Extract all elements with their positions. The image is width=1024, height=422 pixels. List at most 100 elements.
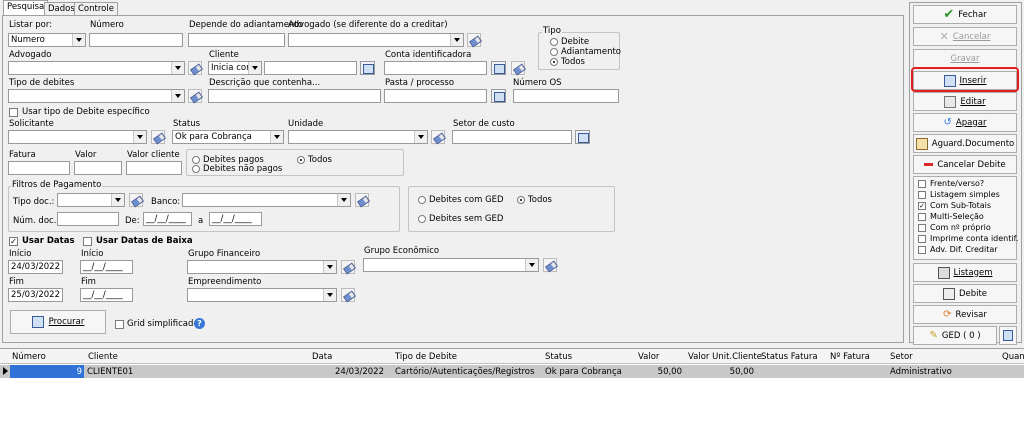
debites-sem-ged-radio[interactable] (418, 215, 426, 223)
usar-datas-baixa-checkbox[interactable] (83, 237, 92, 246)
tipo-debites-select[interactable] (8, 89, 185, 103)
numero-os-input[interactable] (513, 89, 619, 103)
usar-tipo-label: Usar tipo de Debite específico (22, 107, 150, 117)
empreendimento-select[interactable] (187, 288, 337, 302)
chevron-down-icon (72, 34, 85, 46)
setor-input[interactable] (452, 130, 572, 144)
eraser-icon[interactable] (431, 130, 445, 144)
eraser-icon[interactable] (188, 61, 202, 75)
setor-picker-icon[interactable] (575, 130, 590, 144)
editar-button[interactable]: Editar (913, 92, 1017, 111)
conta-input[interactable] (384, 61, 487, 75)
pasta-picker-icon[interactable] (491, 89, 506, 103)
ged-window-button[interactable] (999, 326, 1017, 345)
ate-date-input[interactable]: __/__/____ (209, 212, 262, 226)
eraser-icon[interactable] (151, 130, 165, 144)
conta-picker-icon[interactable] (491, 61, 506, 75)
ged-todos-radio[interactable] (517, 196, 525, 204)
eraser-icon[interactable] (355, 193, 369, 207)
option-checkbox[interactable] (918, 180, 926, 188)
unidade-select[interactable] (288, 130, 428, 144)
listar-por-select[interactable]: Numero (8, 33, 86, 47)
col-n-fatura[interactable]: Nº Fatura (830, 352, 870, 362)
eraser-icon[interactable] (341, 260, 355, 274)
tab-pesquisa[interactable]: Pesquisa (3, 0, 49, 15)
ged-label: GED ( 0 ) (941, 330, 981, 341)
de-date-input[interactable]: __/__/____ (143, 212, 192, 226)
cancelar-button[interactable]: ✕ Cancelar (913, 27, 1017, 46)
debites-nao-pagos-radio[interactable] (192, 165, 200, 173)
gravar-button[interactable]: Gravar (913, 49, 1017, 68)
solicitante-select[interactable] (8, 130, 147, 144)
col-valor-unit[interactable]: Valor Unit.Cliente (688, 352, 762, 362)
col-valor[interactable]: Valor (638, 352, 659, 362)
eraser-icon[interactable] (129, 193, 143, 207)
tipo-doc-select[interactable] (57, 193, 125, 207)
numero-input[interactable] (89, 33, 183, 47)
col-status-fatura[interactable]: Status Fatura (761, 352, 818, 362)
option-checkbox[interactable] (918, 213, 926, 221)
valor-input[interactable] (74, 161, 122, 175)
depende-input[interactable] (188, 33, 285, 47)
option-checkbox[interactable] (918, 191, 926, 199)
eraser-icon[interactable] (341, 288, 355, 302)
option-checkbox[interactable] (918, 224, 926, 232)
col-status[interactable]: Status (545, 352, 572, 362)
descricao-input[interactable] (208, 89, 381, 103)
inicio2-date-input[interactable]: __/__/____ (80, 260, 133, 274)
grupo-eco-select[interactable] (363, 258, 539, 272)
inicio-date-input[interactable]: 24/03/2022 (8, 260, 63, 274)
num-doc-input[interactable] (57, 212, 119, 226)
pasta-input[interactable] (384, 89, 487, 103)
status-select[interactable]: Ok para Cobrança (172, 130, 284, 144)
debites-pagos-radio[interactable] (192, 156, 200, 164)
help-icon[interactable]: ? (194, 318, 205, 329)
option-checkbox[interactable] (918, 235, 926, 243)
debite-button[interactable]: Debite (913, 284, 1017, 303)
col-numero[interactable]: Número (12, 352, 46, 362)
listagem-button[interactable]: Listagem (913, 263, 1017, 282)
col-tipo[interactable]: Tipo de Debite (395, 352, 457, 362)
usar-tipo-checkbox[interactable] (9, 108, 18, 117)
usar-datas-checkbox[interactable]: ✓ (9, 237, 18, 246)
debites-com-ged-radio[interactable] (418, 196, 426, 204)
tipo-todos-radio[interactable] (550, 58, 558, 66)
apagar-button[interactable]: ↺ Apagar (913, 113, 1017, 132)
col-setor[interactable]: Setor (890, 352, 913, 362)
pagos-todos-radio[interactable] (297, 156, 305, 164)
col-data[interactable]: Data (312, 352, 332, 362)
eraser-icon[interactable] (467, 33, 481, 47)
cliente-mode-select[interactable]: Inicia com (208, 61, 262, 75)
advogado-creditar-select[interactable] (288, 33, 464, 47)
cliente-input[interactable] (264, 61, 357, 75)
tab-controle[interactable]: Controle (74, 2, 118, 15)
client-picker-icon[interactable] (360, 61, 375, 75)
revisar-button[interactable]: ⟳ Revisar (913, 305, 1017, 324)
eraser-icon[interactable] (188, 89, 202, 103)
aguard-documento-button[interactable]: Aguard.Documento (913, 134, 1017, 153)
option-checkbox[interactable]: ✓ (918, 202, 926, 210)
chevron-down-icon (323, 261, 336, 273)
col-cliente[interactable]: Cliente (88, 352, 118, 362)
eraser-icon[interactable] (543, 258, 557, 272)
fim2-date-input[interactable]: __/__/____ (80, 288, 133, 302)
valor-cliente-input[interactable] (126, 161, 182, 175)
tipo-debite-radio[interactable] (550, 38, 558, 46)
ged-button[interactable]: ✎ GED ( 0 ) (913, 326, 997, 345)
fechar-button[interactable]: ✔ Fechar (913, 5, 1017, 24)
cancelar-debite-button[interactable]: Cancelar Debite (913, 155, 1017, 174)
attachment-icon: ✎ (929, 330, 938, 341)
option-checkbox[interactable] (918, 246, 926, 254)
grupo-fin-select[interactable] (187, 260, 337, 274)
banco-select[interactable] (182, 193, 351, 207)
advogado-select[interactable] (8, 61, 185, 75)
procurar-button[interactable]: Procurar (10, 310, 106, 334)
fatura-input[interactable] (8, 161, 70, 175)
editar-label: Editar (960, 96, 986, 107)
eraser-icon[interactable] (511, 61, 525, 75)
printer-icon (937, 266, 950, 279)
tipo-adiantamento-radio[interactable] (550, 48, 558, 56)
col-quan[interactable]: Quan (1002, 352, 1024, 362)
fim-date-input[interactable]: 25/03/2022 (8, 288, 63, 302)
grid-simplificado-checkbox[interactable] (115, 320, 124, 329)
